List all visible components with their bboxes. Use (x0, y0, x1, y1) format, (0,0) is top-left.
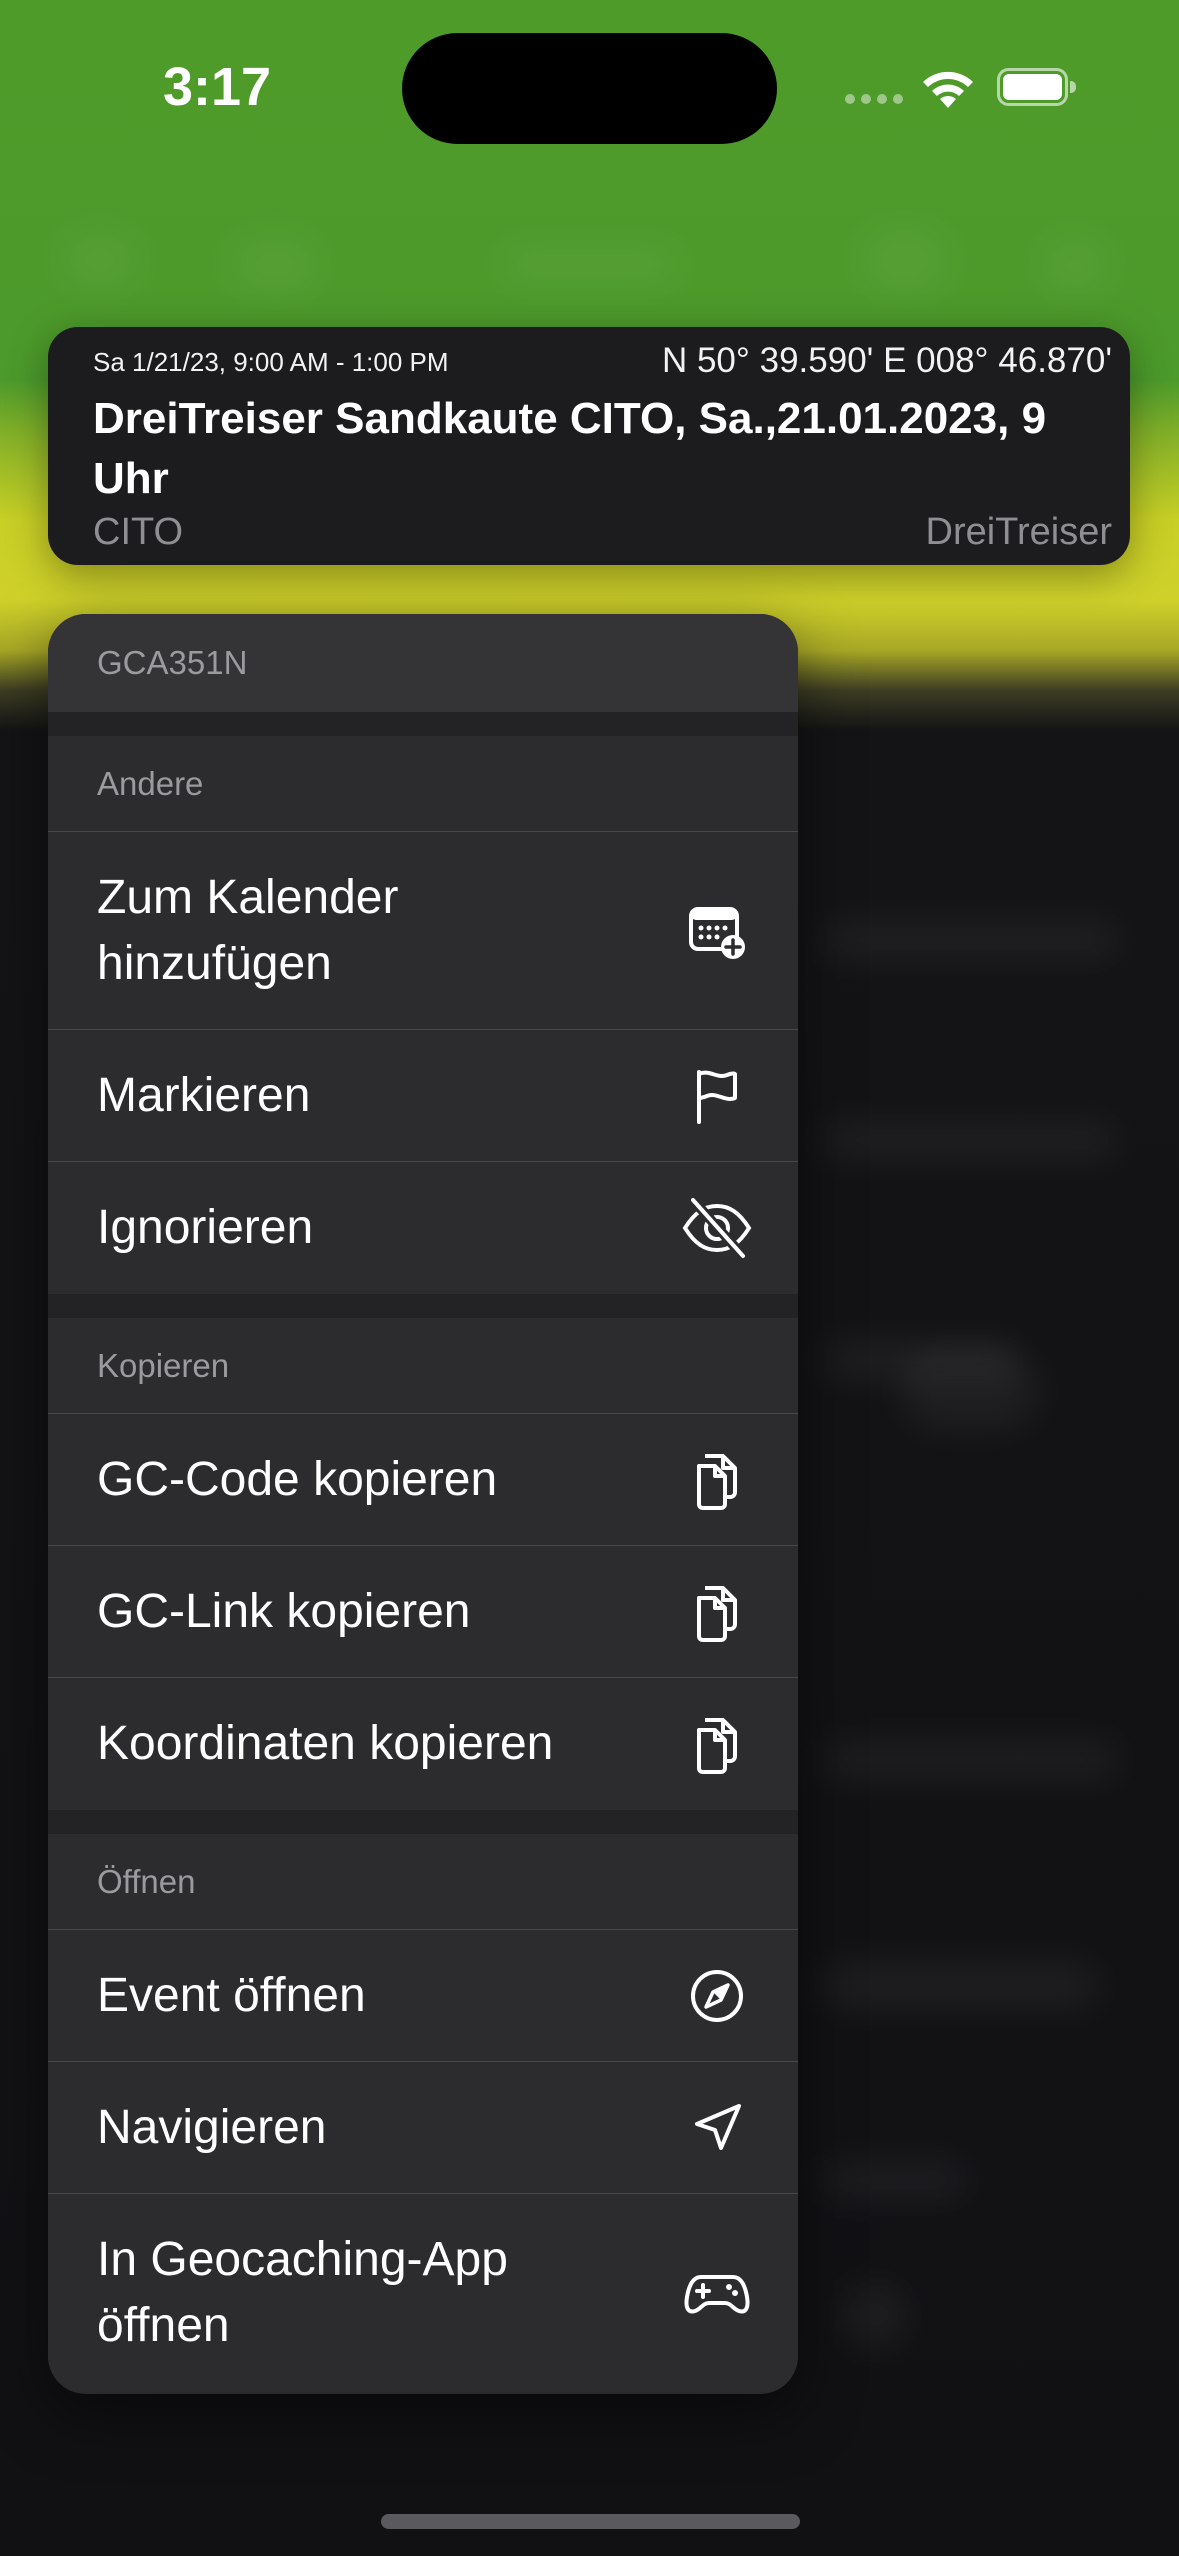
wifi-icon (918, 64, 978, 110)
status-bar-time: 3:17 (163, 57, 272, 117)
battery-icon (997, 68, 1077, 106)
section-title-other: Andere (48, 736, 798, 832)
menu-item-label: Event öffnen (97, 1968, 366, 2022)
menu-item-ignore[interactable]: Ignorieren (48, 1162, 798, 1294)
menu-item-label: Navigieren (97, 2100, 327, 2154)
section-separator (48, 1810, 798, 1834)
blurred-list-row (820, 920, 1120, 960)
event-coordinates: N 50° 39.590' E 008° 46.870' (661, 341, 1112, 380)
section-separator (48, 1294, 798, 1318)
menu-item-mark[interactable]: Markieren (48, 1030, 798, 1162)
blurred-toolbar-shape (860, 225, 950, 295)
blurred-toolbar-shape (60, 230, 140, 290)
menu-item-label: Zum Kalender hinzufügen (97, 870, 399, 990)
compass-icon (681, 1960, 753, 2032)
dynamic-island (402, 33, 777, 144)
blurred-list-row (900, 1350, 1040, 1430)
event-title: DreiTreiser Sandkaute CITO, Sa.,21.01.20… (93, 394, 1047, 503)
copy-icon (681, 1444, 753, 1516)
event-preview-card[interactable]: Sa 1/21/23, 9:00 AM - 1:00 PM N 50° 39.5… (48, 327, 1130, 565)
menu-item-label: GC-Code kopieren (97, 1452, 498, 1506)
copy-icon (681, 1708, 753, 1780)
menu-item-copy-gc-code[interactable]: GC-Code kopieren (48, 1414, 798, 1546)
event-type: CITO (93, 511, 184, 553)
flag-icon (681, 1060, 753, 1132)
blurred-list-row (820, 1960, 1100, 2010)
menu-header-gc-code: GCA351N (48, 614, 798, 712)
cellular-signal-icon (845, 94, 905, 106)
menu-item-open-event[interactable]: Event öffnen (48, 1930, 798, 2062)
menu-item-label: In Geocaching-App öffnen (97, 2233, 508, 2352)
menu-item-open-in-geocaching-app[interactable]: In Geocaching-App öffnen (48, 2194, 798, 2392)
blurred-toolbar-shape (500, 245, 680, 285)
blurred-toolbar-shape (230, 235, 320, 295)
eye-slash-icon (681, 1192, 753, 1264)
menu-item-add-to-calendar[interactable]: Zum Kalender hinzufügen (48, 832, 798, 1030)
menu-item-label: GC-Link kopieren (97, 1584, 471, 1638)
menu-item-navigate[interactable]: Navigieren (48, 2062, 798, 2194)
context-menu: GCA351N Andere Zum Kalender hinzufügen M… (48, 614, 798, 2394)
section-title-open: Öffnen (48, 1834, 798, 1930)
blurred-list-row (840, 2280, 910, 2350)
event-owner: DreiTreiser (925, 511, 1113, 553)
menu-item-label: Koordinaten kopieren (97, 1717, 554, 1770)
copy-icon (681, 1576, 753, 1648)
gamecontroller-icon (681, 2257, 753, 2329)
menu-item-label: Markieren (97, 1068, 311, 1122)
home-indicator[interactable] (381, 2514, 800, 2529)
location-arrow-icon (681, 2092, 753, 2164)
blurred-toolbar-shape (1040, 235, 1110, 295)
menu-item-copy-gc-link[interactable]: GC-Link kopieren (48, 1546, 798, 1678)
event-date-range: Sa 1/21/23, 9:00 AM - 1:00 PM (93, 347, 449, 377)
menu-item-label: Ignorieren (97, 1201, 314, 1254)
calendar-add-icon (681, 895, 753, 967)
blurred-list-row (820, 2160, 970, 2200)
blurred-list-row (820, 1740, 1120, 1780)
blurred-list-row (820, 1120, 1120, 1160)
section-separator (48, 712, 798, 736)
menu-item-copy-coordinates[interactable]: Koordinaten kopieren (48, 1678, 798, 1810)
section-title-copy: Kopieren (48, 1318, 798, 1414)
